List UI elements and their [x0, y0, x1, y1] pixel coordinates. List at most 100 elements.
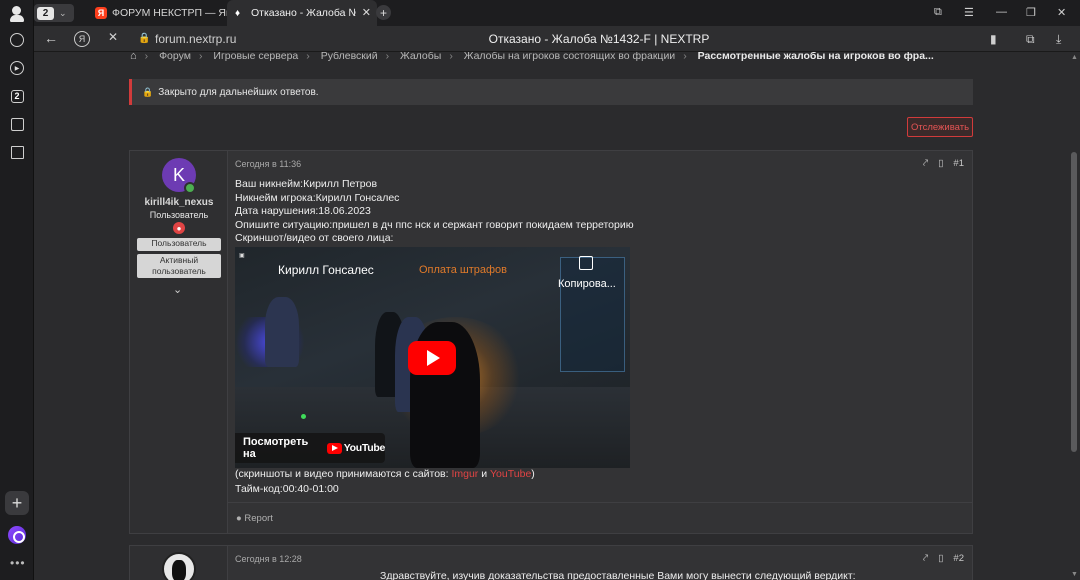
share-icon[interactable]: ⤤ [923, 553, 928, 564]
post-line: Никнейм игрока:Кирилл Гонсалес [235, 191, 400, 204]
lock-icon[interactable]: 🔒 [138, 33, 150, 44]
tabs-overview-icon[interactable]: ⧉ [934, 6, 942, 19]
breadcrumb-current[interactable]: Рассмотренные жалобы на игроков во фра..… [698, 52, 934, 62]
breadcrumb-item[interactable]: Жалобы [400, 52, 441, 62]
copy-link-icon[interactable] [579, 256, 593, 270]
breadcrumb-item[interactable]: Игровые сервера [213, 52, 298, 62]
bookmark-icon[interactable]: ▯ [938, 553, 943, 564]
maximize-icon[interactable]: ❐ [1026, 6, 1036, 19]
post-actions: ⤤ ▯ #1 [923, 158, 964, 169]
yandex-button-icon[interactable]: Я [74, 31, 90, 47]
user-title: Пользователь [149, 210, 209, 220]
user-badge-icon: ● [173, 222, 185, 234]
youtube-logo-icon: YouTube [326, 442, 386, 454]
avatar[interactable] [162, 552, 196, 580]
back-icon[interactable]: ← [44, 30, 58, 46]
tab-title: Отказано - Жалоба №1432-F | NEXTRP [251, 7, 356, 19]
history-icon[interactable] [7, 30, 27, 50]
post-time[interactable]: Сегодня в 12:28 [235, 554, 302, 564]
breadcrumb-item[interactable]: Жалобы на игроков состоящих во фракции [464, 52, 675, 62]
breadcrumb-item[interactable]: Рублевский [321, 52, 378, 62]
tabs-count-badge: 2 [10, 89, 24, 103]
imgur-link[interactable]: Imgur [451, 468, 478, 480]
report-label: Report [244, 513, 273, 524]
reader-icon[interactable]: ⧉ [1026, 32, 1035, 47]
screenshot-icon[interactable] [7, 114, 27, 134]
user-banner: Пользователь [137, 238, 221, 251]
scrollbar-thumb[interactable] [1071, 152, 1077, 452]
video-title[interactable]: Кирилл Гонсалес [278, 263, 374, 277]
avatar-letter: K [172, 164, 185, 185]
tabs-count-icon[interactable]: 2 [7, 86, 27, 106]
browser-sidebar: ▶ 2 + ••• [0, 0, 34, 580]
menu-icon[interactable]: ☰ [964, 6, 974, 19]
closed-notice-text: Закрыто для дальнейших ответов. [158, 86, 319, 98]
post-footer: ● Report [228, 502, 973, 534]
stop-icon[interactable]: ✕ [108, 30, 118, 44]
play-button[interactable] [408, 341, 456, 375]
add-panel-button[interactable]: + [5, 491, 29, 515]
lock-icon: 🔒 [142, 86, 154, 97]
share-icon[interactable]: ⤤ [923, 158, 928, 169]
youtube-link[interactable]: YouTube [490, 468, 531, 480]
new-tab-button[interactable]: + [376, 5, 391, 20]
video-overlay-text: Оплата штрафов [419, 264, 508, 276]
post-number[interactable]: #1 [953, 158, 964, 169]
post-line: Ваш никнейм:Кирилл Петров [235, 178, 378, 190]
tab-count: 2 [37, 6, 54, 20]
youtube-embed[interactable]: ▣ Кирилл Гонсалес Оплата штрафов Копиров… [235, 247, 630, 468]
watch-on-youtube-button[interactable]: Посмотреть на YouTube [235, 433, 385, 463]
breadcrumb: ⌂ › Форум › Игровые сервера › Рублевский › Ж… [130, 52, 934, 62]
tab-active[interactable]: ♦ Отказано - Жалоба №1432-F | NEXTRP ✕ [227, 0, 377, 26]
site-favicon-icon: ♦ [235, 8, 241, 19]
chevron-down-icon: ⌄ [59, 7, 67, 18]
post: K kirill4ik_nexus Пользователь ● Пользов… [129, 150, 973, 534]
bookmark-icon[interactable]: ▮ [990, 32, 997, 46]
minimize-icon[interactable]: — [996, 6, 1007, 18]
tab-strip: 2 ⌄ Я ФОРУМ НЕКСТРП — Яндекс ♦ Отказано … [34, 0, 1080, 26]
bookmark-icon[interactable]: ▯ [938, 158, 943, 169]
post-body: Здравствуйте, изучив доказательства пред… [380, 570, 856, 580]
scroll-down-icon[interactable]: ▼ [1071, 571, 1078, 578]
yandex-favicon-icon: Я [95, 7, 107, 19]
channel-logo-icon: ▣ [239, 253, 245, 259]
post-line: Скриншот/видео от своего лица: [235, 232, 394, 245]
address-bar: ← Я ✕ 🔒 forum.nextrp.ru Отказано - Жалоб… [34, 26, 1080, 52]
sources-text: (скриншоты и видео принимаются с сайтов: [235, 468, 452, 480]
sources-suffix: ) [531, 468, 535, 480]
post: Сегодня в 12:28 ⤤ ▯ #2 Здравствуйте, изу… [129, 545, 973, 580]
post-body: Ваш никнейм:Кирилл Петров Никнейм игрока… [235, 178, 634, 246]
avatar[interactable]: K [162, 158, 196, 194]
tab-count-button[interactable]: 2 ⌄ [34, 4, 74, 22]
chevron-down-icon[interactable]: ⌄ [173, 283, 182, 296]
post-line: Дата нарушения:18.06.2023 [235, 205, 371, 218]
close-tab-icon[interactable]: ✕ [362, 6, 371, 19]
download-icon[interactable]: ⤓ [1056, 32, 1061, 47]
more-icon[interactable]: ••• [10, 556, 26, 570]
tab-title: ФОРУМ НЕКСТРП — Яндекс [112, 7, 227, 19]
user-banner: Активный пользователь [137, 254, 221, 278]
game-hud [560, 257, 625, 372]
post-actions: ⤤ ▯ #2 [923, 553, 964, 564]
close-window-icon[interactable]: ✕ [1057, 6, 1066, 19]
timecode: Тайм-код:00:40-01:00 [235, 482, 339, 495]
post-number[interactable]: #2 [953, 553, 964, 564]
scroll-up-icon[interactable]: ▲ [1071, 54, 1078, 61]
breadcrumb-item[interactable]: Форум [159, 52, 191, 62]
collections-icon[interactable] [7, 142, 27, 162]
scrollbar[interactable]: ▲ ▼ [1068, 52, 1080, 580]
watch-button[interactable]: Отслеживать [907, 117, 973, 137]
alice-assistant-icon[interactable] [8, 526, 26, 544]
post-user-panel: K kirill4ik_nexus Пользователь ● Пользов… [130, 151, 228, 533]
profile-icon[interactable] [7, 4, 27, 24]
home-icon[interactable]: ⌂ [130, 52, 137, 62]
report-button[interactable]: ● Report [236, 513, 273, 524]
url-field[interactable]: forum.nextrp.ru [155, 32, 236, 46]
username[interactable]: kirill4ik_nexus [130, 197, 228, 208]
copy-link-label[interactable]: Копирова... [558, 278, 616, 290]
youtube-brand: YouTube [343, 442, 386, 454]
post-time[interactable]: Сегодня в 11:36 [235, 159, 301, 169]
video-icon[interactable]: ▶ [7, 58, 27, 78]
tab-yandex[interactable]: Я ФОРУМ НЕКСТРП — Яндекс [87, 0, 227, 26]
closed-notice: 🔒 Закрыто для дальнейших ответов. [129, 79, 973, 105]
